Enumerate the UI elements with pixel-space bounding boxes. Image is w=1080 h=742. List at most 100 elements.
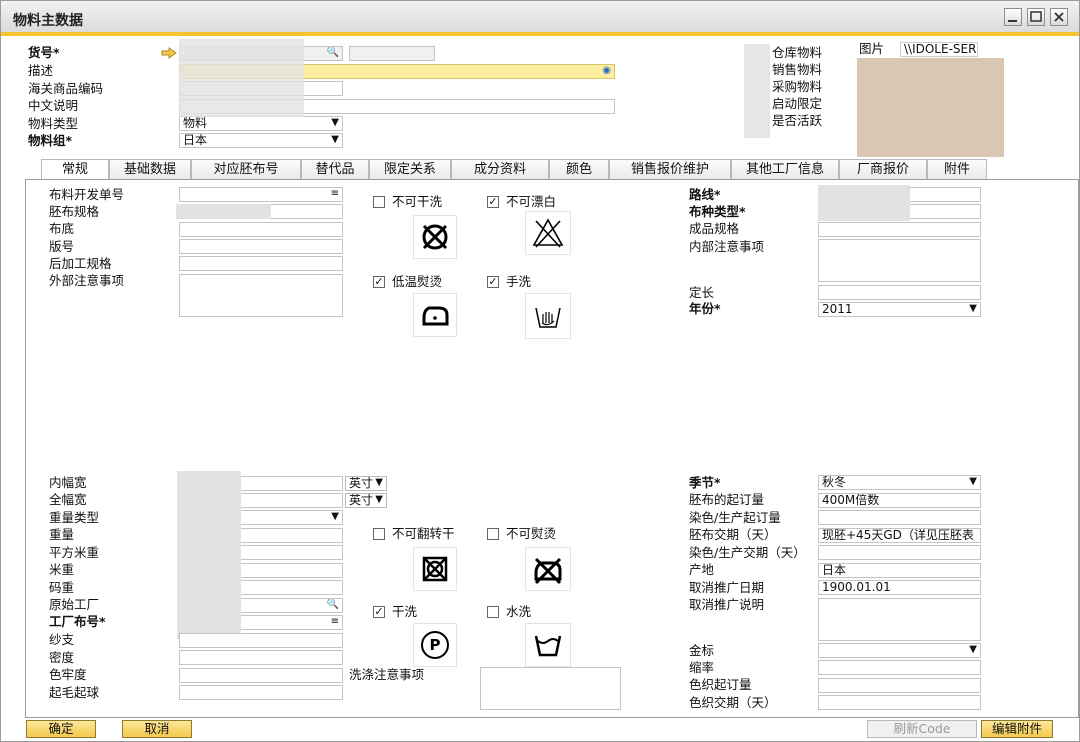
greige-spec-label: 胚布规格 xyxy=(49,204,100,219)
wash-notes-textarea[interactable] xyxy=(480,667,621,710)
greige-leadtime-field[interactable]: 现胚+45天GD（详见压胚表 xyxy=(818,528,981,543)
yarn-count-field[interactable] xyxy=(179,633,343,648)
edit-attachment-button[interactable]: 编辑附件 xyxy=(981,720,1053,738)
tab-basic-data[interactable]: 基础数据 xyxy=(109,159,191,180)
dry-clean-p-icon: P xyxy=(413,623,457,667)
minimize-button[interactable] xyxy=(1004,8,1022,26)
chinese-desc-label: 中文说明 xyxy=(28,98,79,113)
post-process-spec-label: 后加工规格 xyxy=(49,256,112,271)
maximize-button[interactable] xyxy=(1027,8,1045,26)
picture-path-field[interactable]: \\IDOLE-SER xyxy=(900,42,978,57)
shrinkage-label: 缩率 xyxy=(689,660,715,675)
shrinkage-field[interactable] xyxy=(818,660,981,675)
tab-substitutes[interactable]: 替代品 xyxy=(301,159,369,180)
tab-other-factory[interactable]: 其他工厂信息 xyxy=(731,159,839,180)
density-field[interactable] xyxy=(179,650,343,665)
cancel-button[interactable]: 取消 xyxy=(122,720,192,738)
window-title: 物料主数据 xyxy=(13,13,83,29)
season-label: 季节* xyxy=(689,475,721,490)
cancel-promo-date-field[interactable]: 1900.01.01 xyxy=(818,580,981,595)
refresh-code-button[interactable]: 刷新Code xyxy=(867,720,977,738)
no-iron-checkbox[interactable] xyxy=(487,528,499,540)
weight-label: 重量 xyxy=(49,527,75,542)
full-width-unit-select[interactable]: 英寸 ▼ xyxy=(345,493,387,508)
globe-icon[interactable]: ◉ xyxy=(602,65,611,77)
item-group-label: 物料组* xyxy=(28,133,73,148)
tab-restrictions[interactable]: 限定关系 xyxy=(369,159,451,180)
fixed-length-label: 定长 xyxy=(689,285,715,300)
yard-weight-label: 码重 xyxy=(49,580,75,595)
origin-label: 产地 xyxy=(689,562,715,577)
close-button[interactable] xyxy=(1050,8,1068,26)
title-accent-bar xyxy=(1,32,1079,36)
search-icon[interactable]: 🔍 xyxy=(327,47,339,59)
fabric-dev-no-field[interactable]: ≡ xyxy=(179,187,343,202)
version-no-field[interactable] xyxy=(179,239,343,254)
no-tumble-dry-checkbox[interactable] xyxy=(373,528,385,540)
no-tumble-dry-label: 不可翻转干 xyxy=(392,526,455,541)
redacted-area xyxy=(818,185,910,221)
pilling-label: 起毛起球 xyxy=(49,685,100,700)
picture-label: 图片 xyxy=(859,41,885,56)
item-type-value: 物料 xyxy=(183,116,208,130)
fixed-length-field[interactable] xyxy=(818,285,981,300)
color-fastness-field[interactable] xyxy=(179,668,343,683)
flag-limit: 启动限定 xyxy=(772,96,823,111)
dropdown-arrow-icon: ▼ xyxy=(969,303,977,314)
tab-composition[interactable]: 成分资料 xyxy=(451,159,549,180)
weight-type-label: 重量类型 xyxy=(49,510,100,525)
ok-button[interactable]: 确定 xyxy=(26,720,96,738)
tab-greige-no[interactable]: 对应胚布号 xyxy=(191,159,301,180)
tab-attachments[interactable]: 附件 xyxy=(927,159,987,180)
dropdown-arrow-icon: ▼ xyxy=(331,511,339,522)
factory-fabric-no-label: 工厂布号* xyxy=(49,614,106,629)
gold-label-select[interactable]: ▼ xyxy=(818,643,981,658)
flags-checkbox-area[interactable] xyxy=(744,44,770,138)
internal-notes-textarea[interactable] xyxy=(818,239,981,282)
fabric-base-label: 布底 xyxy=(49,221,75,236)
tab-color[interactable]: 颜色 xyxy=(549,159,609,180)
no-dry-clean-label: 不可干洗 xyxy=(392,194,443,209)
iron-low-checkbox[interactable]: ✓ xyxy=(373,276,385,288)
iron-low-label: 低温熨烫 xyxy=(392,274,443,289)
fabric-base-field[interactable] xyxy=(179,222,343,237)
tab-sales-quote[interactable]: 销售报价维护 xyxy=(609,159,731,180)
item-code-extra-field[interactable] xyxy=(349,46,435,61)
external-notes-textarea[interactable] xyxy=(179,274,343,317)
finished-spec-field[interactable] xyxy=(818,222,981,237)
dye-moq-field[interactable] xyxy=(818,510,981,525)
search-icon[interactable]: 🔍 xyxy=(327,599,339,611)
item-type-label: 物料类型 xyxy=(28,116,79,131)
list-icon[interactable]: ≡ xyxy=(331,616,339,628)
inner-width-unit-select[interactable]: 英寸 ▼ xyxy=(345,476,387,491)
tab-vendor-quote[interactable]: 厂商报价 xyxy=(839,159,927,180)
pilling-field[interactable] xyxy=(179,685,343,700)
hand-wash-checkbox[interactable]: ✓ xyxy=(487,276,499,288)
list-icon[interactable]: ≡ xyxy=(331,188,339,200)
origin-field[interactable]: 日本 xyxy=(818,563,981,578)
item-master-data-window: 物料主数据 货号* 🔍 描述 ◉ 海关商品编码 中文说明 物料类型 物料 ▼ 物料… xyxy=(0,0,1080,742)
item-group-select[interactable]: 日本 ▼ xyxy=(179,133,343,148)
link-arrow-icon[interactable] xyxy=(161,47,177,59)
yarn-dyed-leadtime-field[interactable] xyxy=(818,695,981,710)
dry-clean-checkbox[interactable]: ✓ xyxy=(373,606,385,618)
no-dry-clean-checkbox[interactable] xyxy=(373,196,385,208)
dropdown-arrow-icon: ▼ xyxy=(969,476,977,487)
no-iron-label: 不可熨烫 xyxy=(506,526,557,541)
dye-leadtime-field[interactable] xyxy=(818,545,981,560)
meter-weight-label: 米重 xyxy=(49,562,75,577)
dye-moq-label: 染色/生产起订量 xyxy=(689,510,781,525)
inner-width-unit: 英寸 xyxy=(349,476,374,490)
external-notes-label: 外部注意事项 xyxy=(49,273,125,288)
fabric-dev-no-label: 布料开发单号 xyxy=(49,187,125,202)
water-wash-checkbox[interactable] xyxy=(487,606,499,618)
item-type-select[interactable]: 物料 ▼ xyxy=(179,116,343,131)
year-select[interactable]: 2011 ▼ xyxy=(818,302,981,317)
full-width-label: 全幅宽 xyxy=(49,492,87,507)
greige-moq-field[interactable]: 400M倍数 xyxy=(818,493,981,508)
season-select[interactable]: 秋冬 ▼ xyxy=(818,475,981,490)
cancel-promo-note-textarea[interactable] xyxy=(818,598,981,641)
yarn-dyed-moq-field[interactable] xyxy=(818,678,981,693)
no-bleach-checkbox[interactable]: ✓ xyxy=(487,196,499,208)
post-process-spec-field[interactable] xyxy=(179,256,343,271)
